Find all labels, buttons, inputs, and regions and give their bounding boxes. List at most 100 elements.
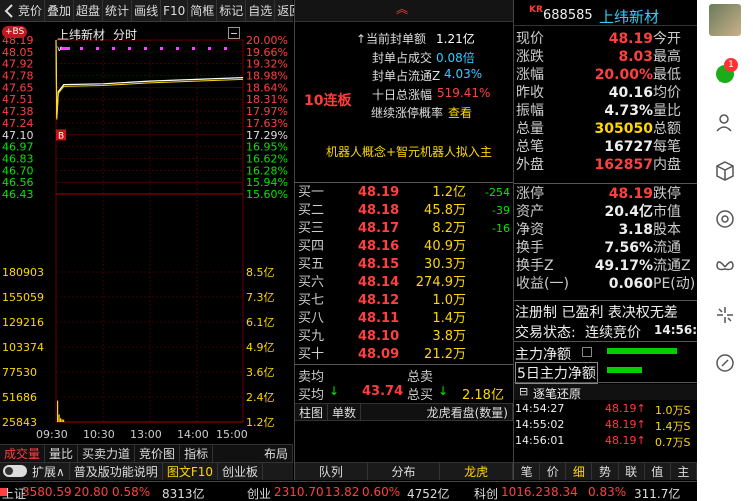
- time-label: 09:30: [36, 428, 68, 441]
- tab[interactable]: 龙虎看盘(数量): [423, 404, 513, 420]
- vol-pct-tick-label: 6.1亿: [246, 316, 275, 329]
- tab[interactable]: 成交量: [0, 445, 46, 462]
- volume-bar: [58, 414, 60, 422]
- tick-time: 14:54:27: [515, 402, 565, 415]
- ticker-field[interactable]: 创业: [247, 485, 271, 501]
- toolbar-button[interactable]: 叠加: [45, 0, 75, 21]
- quote-label-right: 总额: [653, 121, 681, 137]
- intraday-chart-svg[interactable]: Bv09:30 10:30 13:00 14:00 15:0048.19 20.00%48…: [0, 22, 293, 444]
- tab[interactable]: 细: [566, 463, 593, 480]
- order-book-row[interactable]: 买八 48.11 1.4万: [296, 310, 512, 328]
- ticker-field: 0.83%: [588, 485, 627, 499]
- time-label: 15:00: [216, 428, 248, 441]
- tab[interactable]: 图文F10: [163, 463, 218, 480]
- tab[interactable]: 量比: [45, 445, 79, 462]
- streak-title: 10连板: [304, 93, 352, 109]
- tab[interactable]: 势: [592, 463, 619, 480]
- tab[interactable]: 布局: [260, 445, 293, 462]
- order-book-row[interactable]: 买二 48.18 45.8万 -39: [296, 202, 512, 220]
- ticker-field: 4752亿: [407, 487, 450, 501]
- level-price: 48.12: [358, 293, 400, 308]
- tab[interactable]: 笔: [514, 463, 541, 480]
- toolbar-button[interactable]: 超盘: [74, 0, 104, 21]
- order-book-row[interactable]: 买十 48.09 21.2万: [296, 346, 512, 364]
- box-icon[interactable]: [713, 160, 737, 184]
- collapse-icon[interactable]: ⊟: [519, 385, 528, 398]
- quote-label-right: 每笔: [653, 139, 681, 155]
- order-book-row[interactable]: 买一 48.19 1.2亿 -254: [296, 184, 512, 202]
- toolbar-button[interactable]: 简框: [188, 0, 218, 21]
- toolbar-button[interactable]: 统计: [103, 0, 133, 21]
- quote-label-right: 今开: [653, 31, 681, 47]
- toolbar-button[interactable]: 画线: [132, 0, 162, 21]
- toolbar-button[interactable]: F10: [161, 0, 189, 21]
- quote-label-right: 跌停: [653, 186, 681, 202]
- quote-row: 换手 7.56% 流通: [514, 239, 696, 257]
- trade-time: 14:56:5: [654, 323, 697, 337]
- tick-price: 48.19↑: [605, 402, 646, 415]
- quote-value: 305050: [594, 121, 653, 137]
- quote-label: 现价: [516, 31, 544, 47]
- tab[interactable]: 价: [540, 463, 567, 480]
- vol-tick-label: 25843: [2, 416, 37, 429]
- seal-info-value[interactable]: 查看: [448, 104, 472, 121]
- order-book-row[interactable]: 买三 48.17 8.2万 -16: [296, 220, 512, 238]
- concept-text[interactable]: 机器人概念+智元机器人拟入主: [326, 143, 492, 160]
- level-price: 48.19: [358, 185, 400, 200]
- price-tick-label: 46.43: [2, 188, 34, 201]
- tab[interactable]: 柱图: [295, 404, 329, 420]
- quote-label: 昨收: [516, 85, 544, 101]
- chart-minimize-icon[interactable]: [228, 27, 240, 39]
- level-label: 买六: [298, 275, 325, 290]
- ticker-field: 0.60%: [362, 485, 401, 499]
- stock-terminal: 竞价 叠加 超盘 统计 画线 F10 简框 标记 自选 返回 Bv 09:30 10:30 13:00 1…: [0, 0, 753, 501]
- quote-row: 昨收 40.16 均价: [514, 84, 696, 102]
- indicator-tabs: 成交量 量比 买卖力道 竞价图 指标 布局: [0, 444, 293, 462]
- tab[interactable]: 普及版功能说明: [70, 463, 163, 480]
- toolbar-button[interactable]: 标记: [217, 0, 247, 21]
- list-icon[interactable]: [582, 347, 592, 357]
- right-tabs: 笔价细势联值主: [514, 462, 697, 480]
- tab[interactable]: 队列: [295, 463, 368, 480]
- tab[interactable]: 买卖力道: [78, 445, 136, 462]
- collapse-up-icon[interactable]: ︽: [396, 0, 408, 17]
- tab[interactable]: 值: [645, 463, 671, 480]
- tab[interactable]: 单数: [328, 404, 362, 420]
- tab[interactable]: 竞价图: [135, 445, 181, 462]
- order-book-row[interactable]: 买七 48.12 1.0万: [296, 292, 512, 310]
- order-book-row[interactable]: 买六 48.14 274.9万: [296, 274, 512, 292]
- tab[interactable]: 分布: [368, 463, 441, 480]
- tick-volume: 0.7万S: [655, 436, 691, 449]
- tab[interactable]: 创业板: [218, 463, 264, 480]
- order-book-row[interactable]: 买九 48.10 3.8万: [296, 328, 512, 346]
- link-icon[interactable]: [713, 352, 737, 376]
- tab[interactable]: 主: [671, 463, 697, 480]
- order-book-row[interactable]: 买五 48.15 30.3万: [296, 256, 512, 274]
- chart-stock-name: 上纬新材: [57, 28, 106, 42]
- tab[interactable]: 联: [619, 463, 645, 480]
- vol-tick-label: 77530: [2, 366, 37, 379]
- ticks-header[interactable]: 逐笔还原: [533, 385, 581, 402]
- top-toolbar: 竞价 叠加 超盘 统计 画线 F10 简框 标记 自选 返回: [0, 0, 305, 22]
- toolbar-button[interactable]: 自选: [246, 0, 276, 21]
- avatar[interactable]: [709, 4, 741, 36]
- aperture-icon[interactable]: [713, 208, 737, 232]
- tab[interactable]: 指标: [180, 445, 214, 462]
- quote-value: 20.4亿: [604, 204, 653, 220]
- quote-label: 总量: [516, 121, 544, 137]
- back-arrow-icon[interactable]: [2, 3, 16, 19]
- quote-label: 收益(一): [516, 276, 569, 292]
- divider: [514, 341, 697, 342]
- contacts-icon[interactable]: [713, 112, 737, 136]
- ticker-field[interactable]: 科创: [474, 485, 498, 501]
- mid-bottom-tabs: 队列 分布 龙虎: [295, 462, 514, 480]
- order-book-row[interactable]: 买四 48.16 40.9万: [296, 238, 512, 256]
- limit-marker: [224, 47, 227, 50]
- bs-badge[interactable]: +BS: [2, 26, 28, 38]
- tab[interactable]: 龙虎: [440, 463, 514, 480]
- quote-label-right: 最高: [653, 49, 681, 65]
- toggle-switch[interactable]: [3, 465, 27, 477]
- sparkle-icon[interactable]: [713, 304, 737, 328]
- limit-marker: [208, 47, 211, 50]
- butterfly-icon[interactable]: [713, 256, 737, 280]
